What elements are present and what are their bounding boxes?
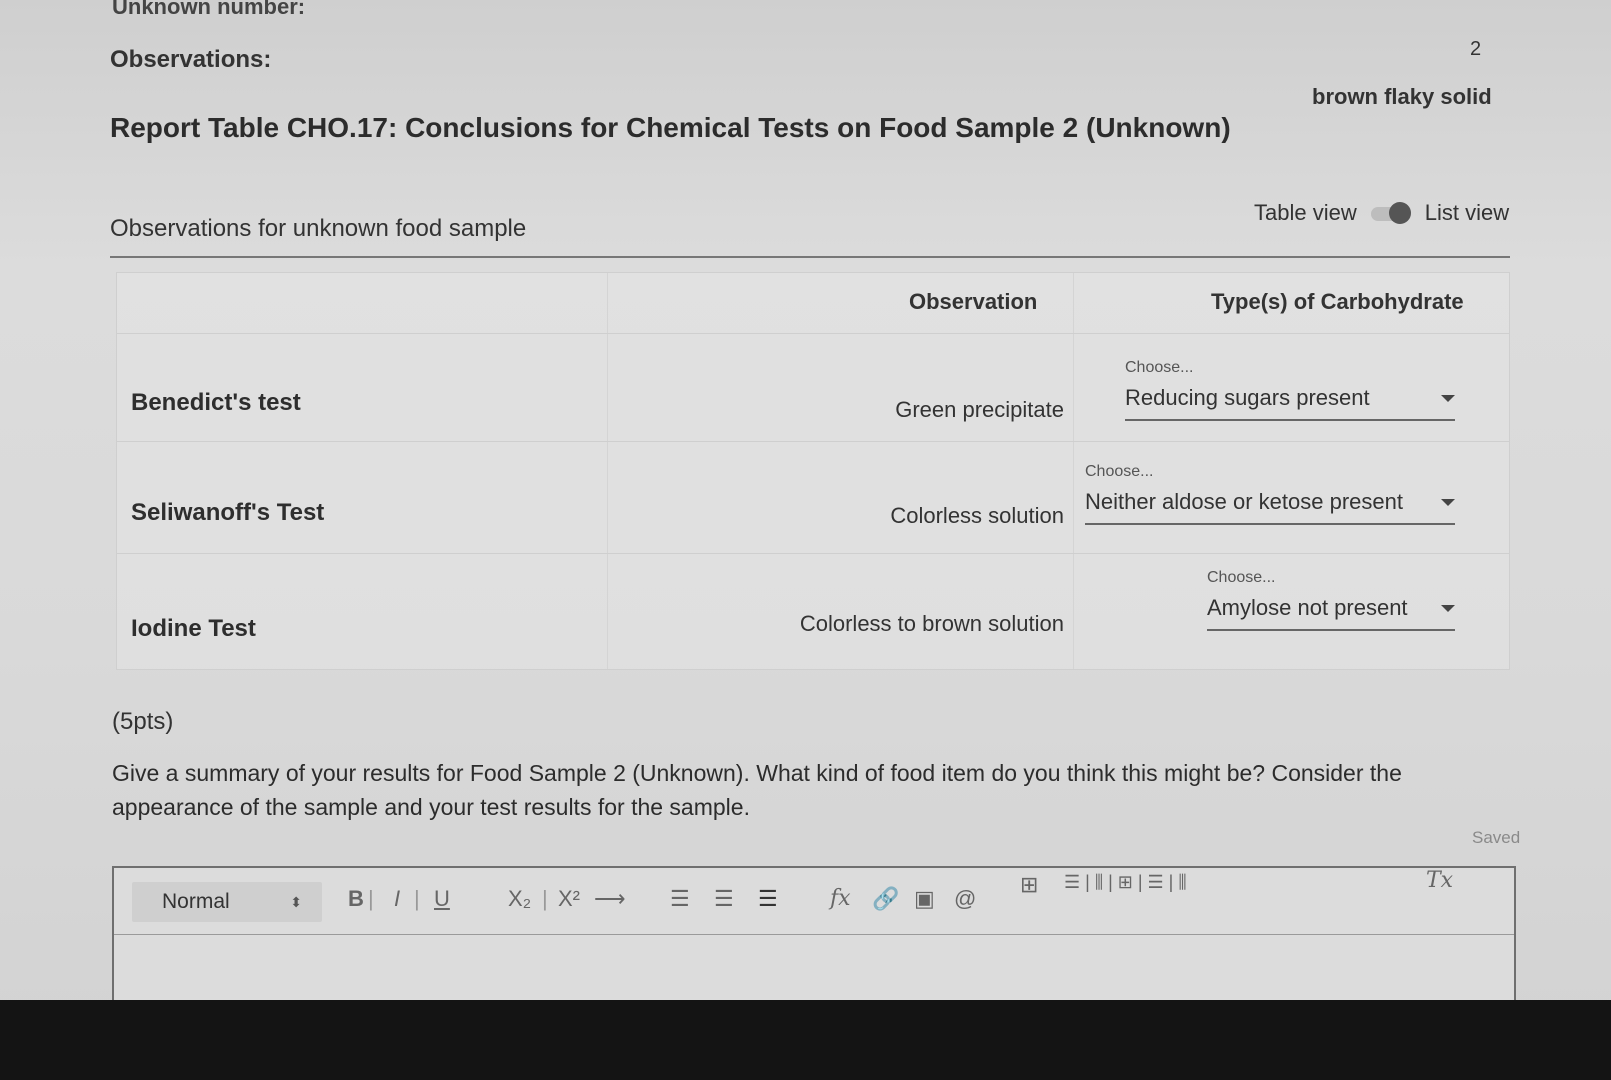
table-row: Seliwanoff's Test Colorless solution Cho… [117, 441, 1509, 554]
observation-column-header: Observation [909, 289, 1038, 314]
chevron-down-icon[interactable] [1441, 604, 1455, 612]
page-title: Report Table CHO.17: Conclusions for Che… [110, 112, 1231, 143]
format-select-value: Normal [162, 890, 230, 913]
table-row-icon[interactable]: ☰ | ⫼ | ⊞ | ☰ | ⫼ [1064, 872, 1187, 893]
test-name: Seliwanoff's Test [131, 499, 325, 526]
observations-label: Observations: [110, 46, 272, 73]
select-placeholder: Choose... [1125, 359, 1194, 376]
carbohydrate-select[interactable]: Choose... Reducing sugars present [1125, 359, 1455, 421]
chevron-down-icon[interactable] [1441, 394, 1455, 402]
switch-knob[interactable] [1388, 202, 1411, 224]
select-placeholder: Choose... [1085, 463, 1154, 480]
italic-button[interactable]: I [394, 886, 400, 912]
observations-value: brown flaky solid [1312, 84, 1492, 109]
image-icon[interactable]: ▣ [914, 886, 935, 912]
unknown-number-value: 2 [1470, 38, 1482, 60]
superscript-button[interactable]: X² [558, 886, 580, 912]
section-title: Observations for unknown food sample [110, 215, 527, 242]
table-row: Iodine Test Colorless to brown solution … [117, 553, 1509, 669]
carbohydrate-column-header: Type(s) of Carbohydrate [1211, 289, 1464, 314]
save-status: Saved [1472, 828, 1521, 847]
clear-format-icon[interactable]: Tx [1426, 868, 1453, 893]
observation-cell: Green precipitate [895, 397, 1064, 422]
observation-cell: Colorless to brown solution [799, 611, 1064, 636]
select-control[interactable]: Neither aldose or ketose present [1085, 487, 1455, 525]
editor-toolbar: Normal ⬍ B | I | U X₂ | X² ⟶ ☰ ☰ ☰ fx 🔗 … [114, 868, 1514, 935]
subscript-button[interactable]: X₂ [508, 886, 531, 912]
test-name: Iodine Test [131, 615, 256, 642]
select-control[interactable]: Reducing sugars present [1125, 383, 1455, 421]
table-header-row: Observation Type(s) of Carbohydrate [117, 273, 1509, 334]
select-placeholder: Choose... [1207, 569, 1276, 586]
link-icon[interactable]: 🔗 [872, 886, 899, 912]
bold-button[interactable]: B [348, 886, 364, 912]
observation-cell: Colorless solution [890, 503, 1064, 528]
carbohydrate-select[interactable]: Choose... Neither aldose or ketose prese… [1085, 463, 1455, 525]
view-toggle[interactable]: Table view List view [1254, 200, 1509, 226]
unknown-number-label: Unknown number: [112, 0, 306, 19]
carbohydrate-select[interactable]: Choose... Amylose not present [1207, 569, 1455, 631]
section-divider [110, 256, 1510, 258]
up-down-icon: ⬍ [290, 893, 302, 910]
arrow-button[interactable]: ⟶ [594, 886, 626, 912]
chevron-down-icon[interactable] [1441, 498, 1455, 506]
select-value: Neither aldose or ketose present [1085, 489, 1403, 514]
format-select[interactable]: Normal ⬍ [132, 882, 322, 922]
align-icon[interactable]: ☰ [758, 886, 778, 912]
formula-icon[interactable]: fx [830, 886, 851, 911]
view-switch[interactable] [1369, 202, 1413, 224]
select-control[interactable]: Amylose not present [1207, 593, 1455, 631]
test-name: Benedict's test [131, 389, 301, 416]
underline-button[interactable]: U [434, 886, 450, 912]
unordered-list-icon[interactable]: ☰ [714, 886, 734, 912]
screen-bezel [0, 1000, 1611, 1080]
question-text: Give a summary of your results for Food … [112, 760, 1402, 820]
at-icon[interactable]: @ [954, 886, 976, 912]
select-value: Amylose not present [1207, 595, 1408, 620]
toolbar-separator: | [414, 886, 420, 911]
table-view-label[interactable]: Table view [1254, 200, 1357, 226]
table-row: Benedict's test Green precipitate Choose… [117, 333, 1509, 442]
table-icon[interactable]: ⊞ [1020, 872, 1038, 898]
points-label: (5pts) [112, 708, 174, 735]
observations-table: Observation Type(s) of Carbohydrate Bene… [116, 272, 1510, 670]
toolbar-separator: | [542, 886, 548, 911]
list-view-label[interactable]: List view [1425, 200, 1509, 226]
select-value: Reducing sugars present [1125, 385, 1370, 410]
ordered-list-icon[interactable]: ☰ [670, 886, 690, 912]
toolbar-separator: | [368, 886, 374, 911]
